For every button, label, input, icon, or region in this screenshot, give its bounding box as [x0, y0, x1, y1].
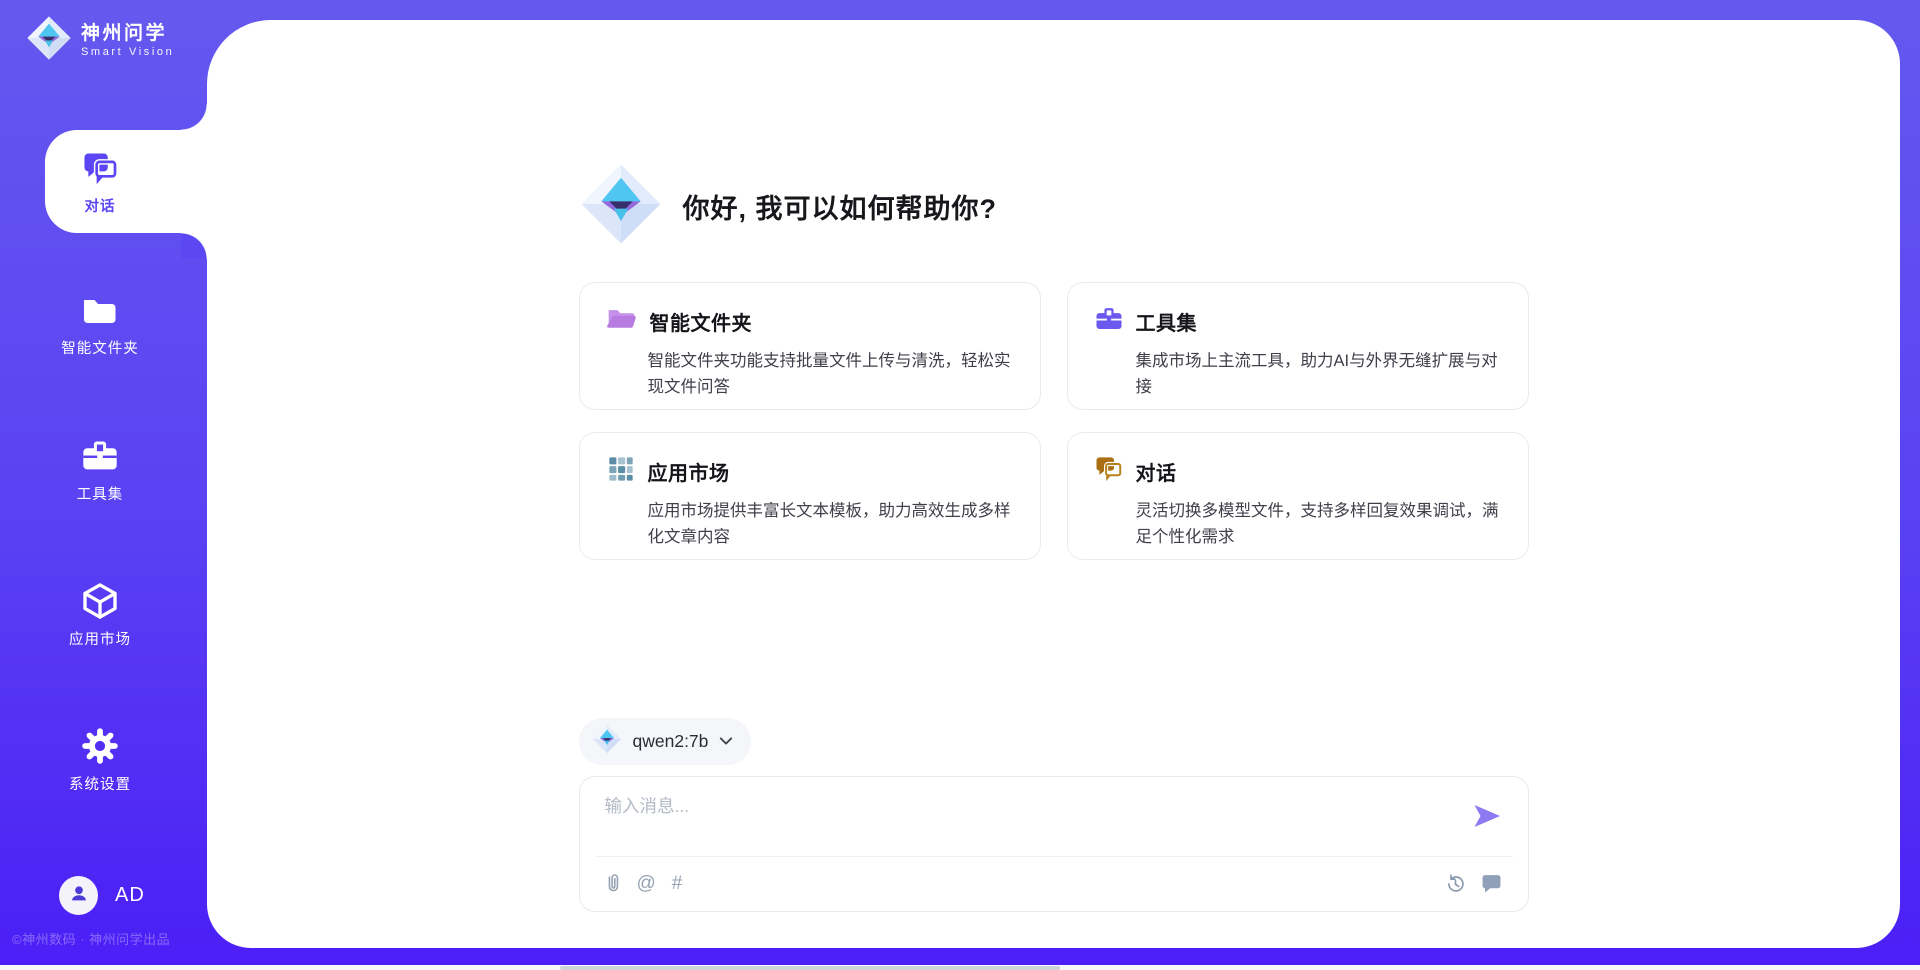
- horizontal-scrollbar[interactable]: [0, 965, 1920, 970]
- chat-bubbles-icon: [1094, 454, 1124, 489]
- at-icon[interactable]: @: [637, 874, 656, 893]
- app-background: 神州问学 Smart Vision: [0, 0, 1920, 970]
- feature-cards: 智能文件夹 智能文件夹功能支持批量文件上传与清洗，轻松实现文件问答 工具集 集成…: [579, 282, 1529, 560]
- person-icon: [68, 882, 90, 909]
- sidebar-item-label: 工具集: [77, 483, 124, 504]
- sidebar: 神州问学 Smart Vision: [0, 0, 207, 970]
- greeting-title: 你好, 我可以如何帮助你?: [683, 187, 998, 226]
- card-description: 智能文件夹功能支持批量文件上传与清洗，轻松实现文件问答: [648, 348, 1016, 400]
- sidebar-item-label: 智能文件夹: [61, 337, 139, 358]
- comment-icon[interactable]: [1481, 873, 1502, 893]
- sidebar-item-label: 对话: [85, 195, 116, 216]
- card-description: 灵活切换多模型文件，支持多样回复效果调试，满足个性化需求: [1136, 498, 1504, 550]
- settings-gear-icon: [80, 726, 120, 766]
- send-icon[interactable]: [1472, 803, 1502, 829]
- hash-icon[interactable]: #: [672, 874, 683, 893]
- app-market-icon: [80, 581, 120, 621]
- sidebar-item-app-market[interactable]: 应用市场: [0, 581, 200, 649]
- card-description: 集成市场上主流工具，助力AI与外界无缝扩展与对接: [1136, 348, 1504, 400]
- history-icon[interactable]: [1445, 873, 1466, 894]
- message-composer[interactable]: 输入消息... @ #: [579, 776, 1529, 912]
- message-input[interactable]: 输入消息...: [605, 793, 690, 818]
- greeting-block: 你好, 我可以如何帮助你?: [579, 162, 1529, 251]
- model-logo-icon: [592, 724, 622, 759]
- card-description: 应用市场提供丰富长文本模板，助力高效生成多样化文章内容: [648, 498, 1016, 550]
- chat-icon: [80, 148, 120, 188]
- copyright-footer: ©神州数码 · 神州问学出品: [12, 929, 170, 948]
- paperclip-icon[interactable]: [605, 872, 621, 894]
- app-title: 神州问学: [81, 23, 174, 45]
- model-selector[interactable]: qwen2:7b: [579, 718, 752, 765]
- avatar: [59, 876, 98, 915]
- model-name: qwen2:7b: [633, 731, 709, 752]
- user-initials: AD: [115, 884, 145, 907]
- sidebar-item-toolset[interactable]: 工具集: [0, 436, 200, 504]
- app-logo: 神州问学 Smart Vision: [26, 15, 174, 66]
- toolbox-icon: [80, 436, 120, 476]
- card-smart-folder[interactable]: 智能文件夹 智能文件夹功能支持批量文件上传与清洗，轻松实现文件问答: [579, 282, 1041, 410]
- grid-cube-icon: [606, 454, 636, 489]
- chevron-down-icon: [719, 733, 733, 751]
- main-panel: 你好, 我可以如何帮助你? 智能文件夹 智能文件夹功能支持批量文件上传与清洗，轻…: [207, 20, 1900, 948]
- folder-icon: [80, 290, 120, 330]
- tab-bottom-fillet: [181, 233, 207, 259]
- sidebar-item-smart-folder[interactable]: 智能文件夹: [0, 290, 200, 358]
- toolbox-icon: [1094, 304, 1124, 339]
- card-toolset[interactable]: 工具集 集成市场上主流工具，助力AI与外界无缝扩展与对接: [1067, 282, 1529, 410]
- folder-open-icon: [606, 304, 638, 339]
- card-chat[interactable]: 对话 灵活切换多模型文件，支持多样回复效果调试，满足个性化需求: [1067, 432, 1529, 560]
- scrollbar-thumb[interactable]: [560, 966, 1060, 970]
- brand-diamond-icon: [26, 15, 72, 66]
- card-title: 工具集: [1136, 307, 1198, 336]
- sidebar-item-chat[interactable]: 对话: [0, 130, 200, 233]
- card-title: 对话: [1136, 457, 1177, 486]
- active-tab-background: [45, 130, 207, 233]
- card-title: 智能文件夹: [650, 307, 753, 336]
- sidebar-item-label: 应用市场: [69, 628, 131, 649]
- app-tagline: Smart Vision: [81, 46, 174, 58]
- card-app-market[interactable]: 应用市场 应用市场提供丰富长文本模板，助力高效生成多样化文章内容: [579, 432, 1041, 560]
- brand-diamond-icon: [579, 162, 663, 251]
- sidebar-item-label: 系统设置: [69, 773, 131, 794]
- user-profile[interactable]: AD: [59, 876, 145, 915]
- tab-top-fillet: [181, 104, 207, 130]
- card-title: 应用市场: [648, 457, 730, 486]
- sidebar-item-settings[interactable]: 系统设置: [0, 726, 200, 794]
